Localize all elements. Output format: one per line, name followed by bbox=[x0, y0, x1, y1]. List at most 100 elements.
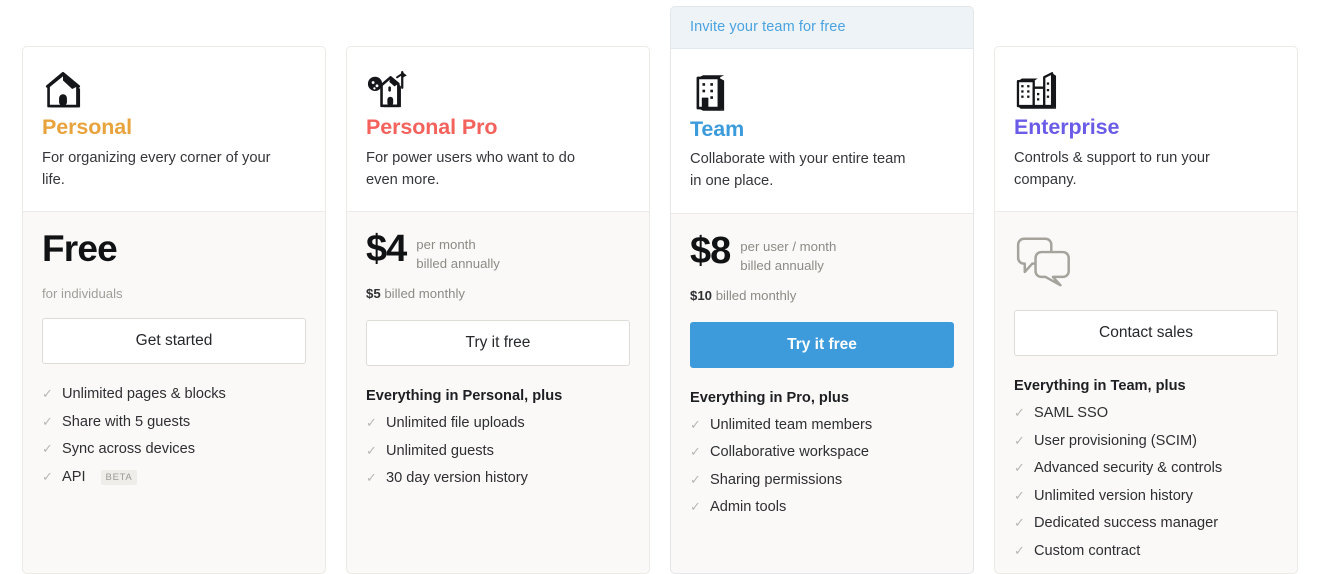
plan-tagline-team: Collaborate with your entire team in one… bbox=[690, 151, 906, 190]
price-note-personal: for individuals bbox=[42, 286, 123, 302]
card-body-pro: $4 per month billed annually $5 billed mont… bbox=[347, 212, 649, 573]
price-meta-pro: per month billed annually bbox=[416, 231, 500, 273]
check-icon: ✓ bbox=[1014, 405, 1025, 421]
card-header-enterprise: Enterprise Controls & support to run your… bbox=[995, 47, 1297, 213]
check-icon: ✓ bbox=[42, 468, 53, 484]
house-icon bbox=[42, 66, 306, 110]
pricing-card-personal: Personal For organizing every corner of y… bbox=[22, 46, 326, 574]
pricing-card-team: Invite your team for free Team Collaborat… bbox=[670, 6, 974, 574]
check-icon: ✓ bbox=[1014, 542, 1025, 558]
price-row-personal: Free bbox=[42, 228, 306, 277]
check-icon: ✓ bbox=[1014, 487, 1025, 503]
price-monthly-amount-team: $10 bbox=[690, 287, 713, 303]
price-monthly-pro: $5 billed monthly bbox=[366, 286, 630, 303]
feature-label: SAML SSO bbox=[1034, 405, 1109, 422]
pricing-page: Personal For organizing every corner of y… bbox=[0, 0, 1320, 574]
feature-item: ✓ SAML SSO bbox=[1014, 405, 1278, 423]
feature-label: Admin tools bbox=[710, 499, 787, 516]
card-body-team: $8 per user / month billed annually $10 bil… bbox=[671, 214, 973, 573]
price-monthly-amount-pro: $5 bbox=[366, 286, 381, 302]
check-icon: ✓ bbox=[1014, 460, 1025, 476]
plan-name-team: Team bbox=[690, 116, 745, 141]
feature-label: Unlimited file uploads bbox=[386, 415, 525, 432]
card-header-team: Team Collaborate with your entire team in… bbox=[671, 48, 973, 214]
features-title-pro: Everything in Personal, plus bbox=[366, 388, 563, 405]
check-icon: ✓ bbox=[366, 415, 377, 431]
feature-label: Sharing permissions bbox=[710, 471, 843, 488]
cta-button-personal[interactable]: Get started bbox=[42, 318, 306, 365]
price-amount-personal: Free bbox=[42, 228, 118, 270]
features-list-personal: ✓ Unlimited pages & blocks ✓ Share with 5 g… bbox=[42, 386, 306, 512]
feature-item: ✓ API BETA bbox=[42, 469, 306, 487]
plan-tagline-pro: For power users who want to do even more… bbox=[366, 149, 575, 188]
feature-item: ✓ User provisioning (SCIM) bbox=[1014, 433, 1278, 451]
city-buildings-icon bbox=[1014, 66, 1278, 110]
feature-label: Share with 5 guests bbox=[62, 413, 191, 430]
feature-label: Collaborative workspace bbox=[710, 444, 869, 461]
house-with-tree-icon bbox=[366, 66, 630, 110]
plan-tagline-enterprise: Controls & support to run your company. bbox=[1014, 149, 1210, 188]
features-title-team: Everything in Pro, plus bbox=[690, 389, 849, 406]
check-icon: ✓ bbox=[690, 499, 701, 515]
price-billing-cycle-pro: billed annually bbox=[416, 256, 500, 272]
price-amount-pro: $4 bbox=[366, 228, 407, 271]
features-list-team: Everything in Pro, plus ✓ Unlimited team m… bbox=[690, 390, 954, 543]
features-list-enterprise: Everything in Team, plus ✓ SAML SSO ✓ User p… bbox=[1014, 378, 1278, 573]
pricing-card-pro: Personal Pro For power users who want to … bbox=[346, 46, 650, 574]
features-title-enterprise: Everything in Team, plus bbox=[1014, 378, 1186, 395]
plan-name-pro: Personal Pro bbox=[366, 115, 498, 139]
check-icon: ✓ bbox=[690, 416, 701, 432]
check-icon: ✓ bbox=[42, 441, 53, 457]
feature-item: ✓ Admin tools bbox=[690, 499, 954, 517]
feature-item: ✓ Share with 5 guests bbox=[42, 414, 306, 432]
promo-banner-team: Invite your team for free bbox=[671, 7, 973, 49]
price-period-team: per user / month bbox=[740, 238, 837, 254]
card-header-pro: Personal Pro For power users who want to … bbox=[347, 47, 649, 213]
price-meta-team: per user / month billed annually bbox=[740, 233, 836, 275]
feature-item: ✓ Unlimited file uploads bbox=[366, 415, 630, 433]
plan-tagline-personal: For organizing every corner of your life… bbox=[42, 149, 271, 188]
price-row-team: $8 per user / month billed annually bbox=[690, 229, 954, 279]
feature-item: ✓ Custom contract bbox=[1014, 543, 1278, 561]
cta-button-team[interactable]: Try it free bbox=[690, 321, 954, 368]
card-header-personal: Personal For organizing every corner of y… bbox=[23, 47, 325, 213]
feature-label: Sync across devices bbox=[62, 441, 196, 458]
price-amount-team: $8 bbox=[690, 229, 731, 272]
check-icon: ✓ bbox=[42, 386, 53, 402]
feature-item: ✓ Advanced security & controls bbox=[1014, 460, 1278, 478]
card-body-enterprise: Contact sales Everything in Team, plus ✓ SA… bbox=[995, 212, 1297, 573]
feature-label: User provisioning (SCIM) bbox=[1034, 432, 1198, 449]
feature-item: ✓ Unlimited version history bbox=[1014, 488, 1278, 506]
feature-item: ✓ Unlimited pages & blocks bbox=[42, 386, 306, 404]
price-period-pro: per month bbox=[416, 237, 476, 253]
price-billing-cycle-team: billed annually bbox=[740, 257, 824, 273]
feature-label: Unlimited guests bbox=[386, 442, 494, 459]
feature-item: ✓ Unlimited guests bbox=[366, 443, 630, 461]
feature-item: ✓ Sharing permissions bbox=[690, 472, 954, 490]
feature-label: Unlimited pages & blocks bbox=[62, 386, 226, 403]
plan-name-enterprise: Enterprise bbox=[1014, 115, 1120, 139]
price-monthly-label-team: billed monthly bbox=[715, 287, 797, 303]
price-monthly-label-pro: billed monthly bbox=[384, 286, 465, 302]
cta-button-pro[interactable]: Try it free bbox=[366, 320, 630, 367]
features-list-pro: Everything in Personal, plus ✓ Unlimited f… bbox=[366, 388, 630, 514]
check-icon: ✓ bbox=[366, 442, 377, 458]
plan-name-personal: Personal bbox=[42, 115, 133, 139]
feature-item: ✓ Unlimited team members bbox=[690, 417, 954, 435]
check-icon: ✓ bbox=[366, 470, 377, 486]
feature-label: Dedicated success manager bbox=[1034, 515, 1219, 532]
feature-label: Unlimited version history bbox=[1034, 487, 1193, 504]
pricing-card-enterprise: Enterprise Controls & support to run your… bbox=[994, 46, 1298, 574]
check-icon: ✓ bbox=[1014, 432, 1025, 448]
check-icon: ✓ bbox=[42, 413, 53, 429]
pricing-plans-row: Personal For organizing every corner of y… bbox=[22, 0, 1298, 574]
feature-item: ✓ 30 day version history bbox=[366, 470, 630, 488]
feature-item: ✓ Dedicated success manager bbox=[1014, 515, 1278, 533]
feature-label: API bbox=[62, 468, 86, 485]
feature-label: Custom contract bbox=[1034, 542, 1141, 559]
office-building-icon bbox=[690, 68, 954, 112]
feature-item: ✓ Collaborative workspace bbox=[690, 444, 954, 462]
check-icon: ✓ bbox=[690, 471, 701, 487]
feature-label: Advanced security & controls bbox=[1034, 460, 1223, 477]
cta-button-enterprise[interactable]: Contact sales bbox=[1014, 310, 1278, 357]
